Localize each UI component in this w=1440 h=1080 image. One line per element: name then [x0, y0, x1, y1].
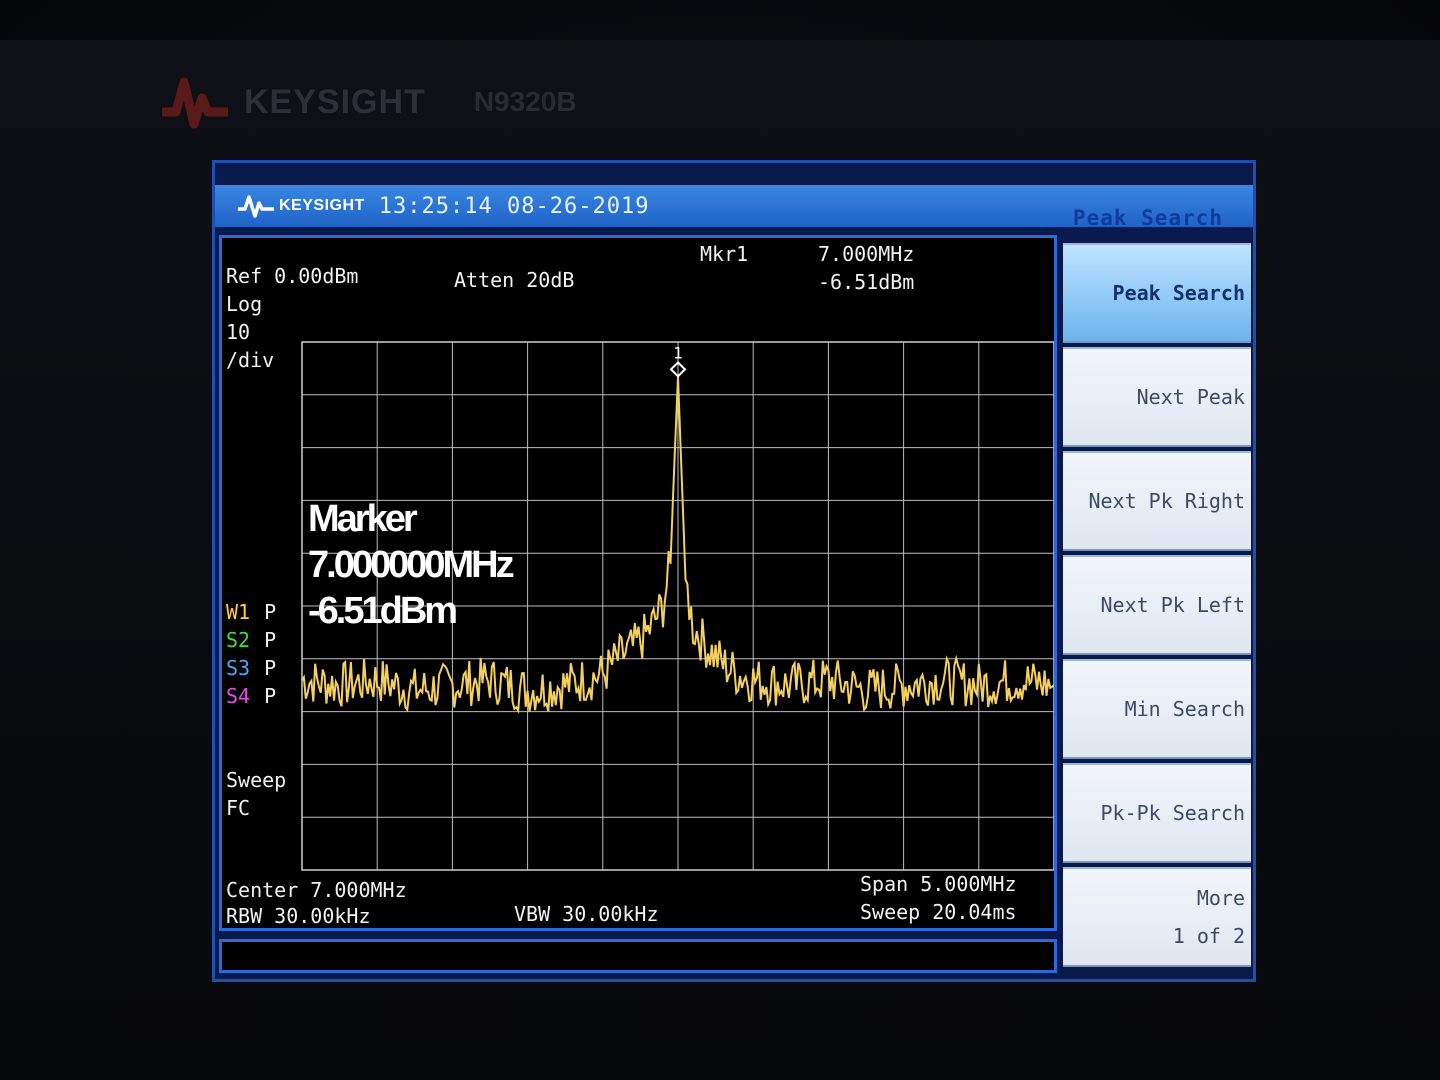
analyzer-screen: KEYSIGHT 13:25:14 08-26-2019 Peak Search…: [212, 160, 1256, 982]
trace-mode: P: [264, 600, 277, 624]
status-bar: [219, 939, 1057, 973]
video-bandwidth: VBW 30.00kHz: [514, 902, 659, 926]
marker-number: 1: [673, 343, 683, 362]
keysight-wave-icon: [238, 195, 274, 218]
marker-overlay-title: Marker: [308, 498, 418, 540]
center-frequency: Center 7.000MHz: [226, 878, 407, 902]
marker-amplitude: -6.51dBm: [818, 270, 915, 294]
softkey-min-search[interactable]: Min Search: [1063, 659, 1251, 759]
softkey-label: Pk-Pk Search: [1100, 801, 1246, 825]
attenuation: Atten 20dB: [454, 268, 575, 292]
softkey-next-peak[interactable]: Next Peak: [1063, 347, 1251, 447]
scale-type: Log: [226, 292, 263, 316]
brand-name: KEYSIGHT: [244, 82, 426, 121]
softkey-next-pk-left[interactable]: Next Pk Left: [1063, 555, 1251, 655]
keysight-logo-icon: [162, 77, 228, 129]
softkey-panel: Peak Search Next Peak Next Pk Right Next Pk…: [1063, 243, 1251, 973]
sweep-label: Sweep: [226, 768, 287, 792]
title-logo: KEYSIGHT: [237, 193, 365, 219]
trace-indicator-w1: W1 P: [226, 600, 276, 624]
trace-indicator-s3: S3 P: [226, 656, 276, 680]
softkey-more[interactable]: More 1 of 2: [1063, 867, 1251, 967]
softkey-label: Peak Search: [1112, 281, 1245, 305]
softkey-pk-pk-search[interactable]: Pk-Pk Search: [1063, 763, 1251, 863]
instrument-brand: KEYSIGHT N9320B: [160, 72, 577, 132]
softkey-sublabel: 1 of 2: [1172, 924, 1245, 948]
sweep-mode: FC: [226, 796, 251, 820]
softkey-label: Next Pk Left: [1100, 593, 1246, 617]
trace-name: S2: [226, 628, 251, 652]
model-name: N9320B: [473, 86, 577, 117]
softkey-label: More: [1196, 886, 1245, 910]
trace-indicator-s2: S2 P: [226, 628, 276, 652]
sweep-time: Sweep 20.04ms: [860, 900, 1017, 924]
trace-indicator-s4: S4 P: [226, 684, 276, 708]
trace-mode: P: [264, 628, 277, 652]
trace-mode: P: [264, 656, 277, 680]
softkey-label: Next Pk Right: [1088, 489, 1245, 513]
trace-name: S3: [226, 656, 251, 680]
span: Span 5.000MHz: [860, 872, 1017, 896]
marker-readout-overlay: Marker 7.000000MHz -6.51dBm: [308, 496, 515, 634]
softkey-next-pk-right[interactable]: Next Pk Right: [1063, 451, 1251, 551]
scale-unit: /div: [226, 348, 275, 372]
trace-name: S4: [226, 684, 251, 708]
trace-name: W1: [226, 600, 251, 624]
menu-title: Peak Search: [1072, 206, 1223, 230]
trace-mode: P: [264, 684, 277, 708]
marker-frequency: 7.000MHz: [818, 242, 915, 266]
date-time: 13:25:14 08-26-2019: [378, 193, 650, 219]
softkey-label: Next Peak: [1136, 385, 1245, 409]
marker-label: Mkr1: [700, 242, 749, 266]
softkey-label: Min Search: [1124, 697, 1245, 721]
marker-overlay-amplitude: -6.51dBm: [308, 590, 458, 632]
marker-overlay-frequency: 7.000000MHz: [308, 544, 515, 586]
title-brand: KEYSIGHT: [279, 197, 365, 214]
scale-value: 10: [226, 320, 251, 344]
resolution-bandwidth: RBW 30.00kHz: [226, 904, 371, 928]
measurement-display: 1 Ref 0.00dBm Log 10 /div Atten 20dB Mkr…: [219, 235, 1057, 931]
ref-level: Ref 0.00dBm: [226, 264, 359, 288]
softkey-peak-search[interactable]: Peak Search: [1063, 243, 1251, 343]
